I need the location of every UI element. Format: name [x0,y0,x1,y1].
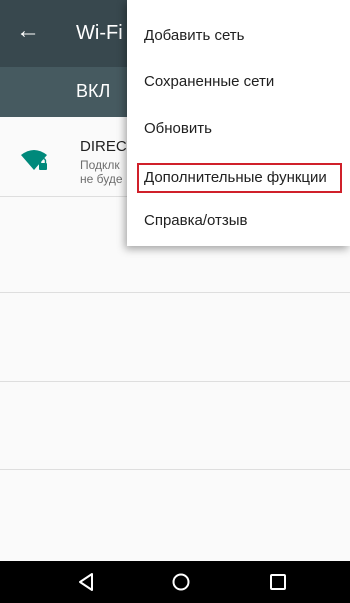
overflow-menu: Добавить сеть Сохраненные сети Обновить … [127,0,350,246]
wifi-switch-label: ВКЛ [76,81,111,101]
menu-item-advanced[interactable]: Дополнительные функции [137,163,342,193]
list-divider [0,292,350,293]
network-status-line1: Подклк [80,158,120,172]
system-nav-bar [0,561,350,603]
menu-item-label: Обновить [144,120,212,137]
circle-home-icon[interactable] [168,569,194,595]
square-recents-icon[interactable] [265,569,291,595]
triangle-back-icon[interactable] [73,569,99,595]
wifi-lock-icon [21,150,47,170]
list-divider [0,381,350,382]
network-status-line2: не буде [80,172,123,186]
menu-item-label: Добавить сеть [144,27,245,44]
menu-item-label: Сохраненные сети [144,73,275,90]
menu-item-help-feedback[interactable]: Справка/отзыв [127,199,350,245]
menu-item-add-network[interactable]: Добавить сеть [127,14,350,60]
menu-item-refresh[interactable]: Обновить [127,107,350,153]
back-arrow-icon[interactable]: ← [16,16,46,46]
list-divider [0,469,350,470]
menu-item-label: Дополнительные функции [144,169,327,186]
network-status: Подклк не буде [80,158,123,186]
page-title: Wi-Fi [76,22,123,44]
menu-item-label: Справка/отзыв [144,212,248,229]
menu-item-saved-networks[interactable]: Сохраненные сети [127,60,350,106]
